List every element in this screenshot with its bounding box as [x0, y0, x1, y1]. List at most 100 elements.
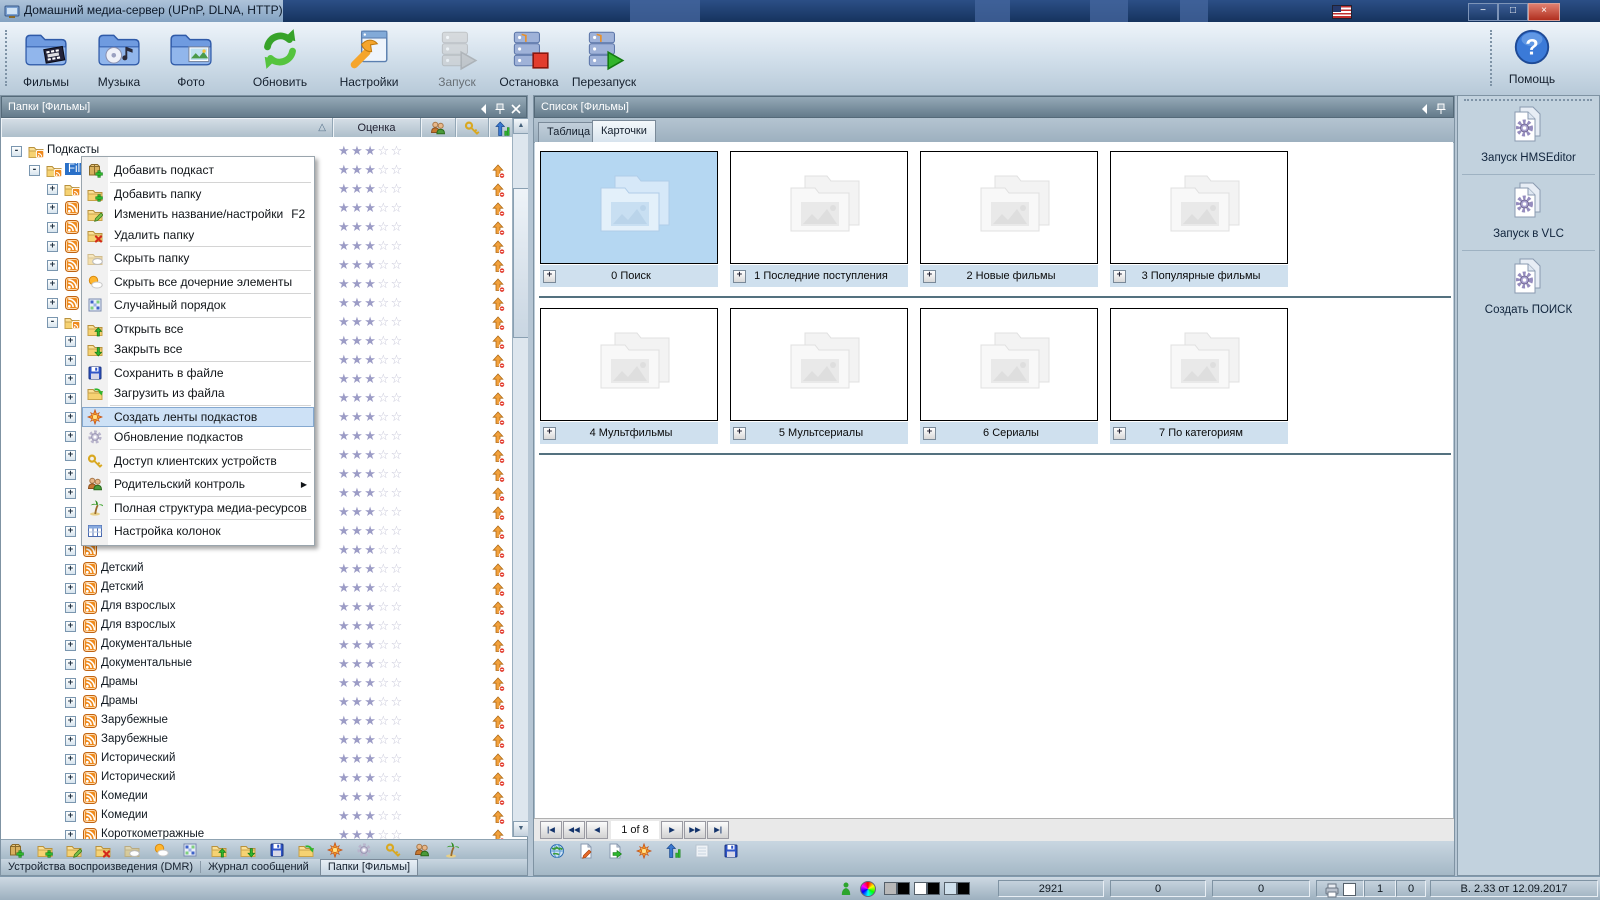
menu-item[interactable]: Обновление подкастов — [82, 427, 314, 448]
collapse-toggle[interactable]: - — [47, 317, 58, 328]
tree-item-label[interactable]: Короткометражные — [101, 828, 204, 839]
rating-stars[interactable]: ★★★☆☆ — [338, 219, 404, 235]
menu-item[interactable]: Закрыть все — [82, 339, 314, 360]
expand-toggle[interactable]: + — [65, 754, 76, 765]
card-folder[interactable]: +6 Сериалы — [920, 308, 1098, 444]
rating-stars[interactable]: ★★★☆☆ — [338, 808, 404, 824]
rating-stars[interactable]: ★★★☆☆ — [338, 428, 404, 444]
rating-stars[interactable]: ★★★☆☆ — [338, 409, 404, 425]
view-tab-2[interactable]: Карточки — [592, 120, 656, 142]
save-file-icon[interactable] — [723, 843, 739, 859]
menu-item[interactable]: Открыть все — [82, 319, 314, 340]
menu-item[interactable]: Добавить подкаст — [82, 160, 314, 181]
card-expand-button[interactable]: + — [1113, 269, 1126, 283]
expand-toggle[interactable]: + — [65, 773, 76, 784]
card-folder[interactable]: +1 Последние поступления — [730, 151, 908, 287]
rating-stars[interactable]: ★★★☆☆ — [338, 162, 404, 178]
menu-item[interactable]: Изменить название/настройки F2 — [82, 204, 314, 225]
column-access[interactable] — [456, 118, 489, 137]
rating-stars[interactable]: ★★★☆☆ — [338, 295, 404, 311]
expand-toggle[interactable]: + — [47, 279, 58, 290]
page-button-2[interactable]: ◀◀ — [563, 821, 585, 839]
card-expand-button[interactable]: + — [543, 426, 556, 440]
rating-stars[interactable]: ★★★☆☆ — [338, 181, 404, 197]
toolbar-button-restart[interactable]: Перезапуск — [568, 26, 640, 92]
tree-item-label[interactable]: Зарубежные — [101, 733, 168, 745]
expand-toggle[interactable]: + — [65, 659, 76, 670]
expand-toggle[interactable]: + — [65, 811, 76, 822]
card-expand-button[interactable]: + — [543, 269, 556, 283]
feed-star-icon[interactable] — [326, 841, 344, 859]
rating-stars[interactable]: ★★★☆☆ — [338, 675, 404, 691]
rating-stars[interactable]: ★★★☆☆ — [338, 542, 404, 558]
card-thumbnail[interactable] — [920, 151, 1098, 264]
people-icon[interactable] — [414, 842, 430, 858]
collapse-toggle[interactable]: - — [29, 165, 40, 176]
folder-hide-icon[interactable] — [124, 842, 140, 858]
view-tab-1[interactable]: Таблица — [538, 122, 600, 142]
tree-item-label[interactable]: Для взрослых — [101, 619, 175, 631]
card-expand-button[interactable]: + — [1113, 426, 1126, 440]
tree-item-label[interactable]: Драмы — [101, 695, 138, 707]
expand-toggle[interactable]: + — [65, 621, 76, 632]
gear-icon[interactable] — [356, 842, 372, 858]
rating-stars[interactable]: ★★★☆☆ — [338, 751, 404, 767]
tree-item-label[interactable]: Комедии — [101, 790, 148, 802]
column-parental[interactable] — [421, 118, 456, 137]
expand-toggle[interactable]: + — [65, 507, 76, 518]
expand-toggle[interactable]: + — [65, 488, 76, 499]
key-icon[interactable] — [385, 842, 401, 858]
card-expand-button[interactable]: + — [923, 426, 936, 440]
sort-up-icon[interactable] — [665, 843, 681, 859]
expand-toggle[interactable]: + — [65, 393, 76, 404]
menu-item[interactable]: Доступ клиентских устройств — [82, 451, 314, 472]
expand-toggle[interactable]: + — [65, 678, 76, 689]
expand-toggle[interactable]: + — [65, 431, 76, 442]
card-folder[interactable]: +7 По категориям — [1110, 308, 1288, 444]
column-order[interactable] — [489, 118, 512, 137]
sun-cloud-icon[interactable] — [153, 842, 169, 858]
globe-icon[interactable] — [549, 843, 565, 859]
card-thumbnail[interactable] — [730, 308, 908, 421]
menu-item[interactable]: Скрыть все дочерние элементы — [82, 272, 314, 293]
card-expand-button[interactable]: + — [733, 426, 746, 440]
page-edit-icon[interactable] — [578, 843, 594, 859]
card-thumbnail[interactable] — [920, 308, 1098, 421]
expand-toggle[interactable]: + — [65, 583, 76, 594]
panel-pin-button[interactable] — [1433, 101, 1447, 115]
menu-item[interactable]: Создать ленты подкастов — [82, 406, 314, 427]
rating-stars[interactable]: ★★★☆☆ — [338, 371, 404, 387]
rating-stars[interactable]: ★★★☆☆ — [338, 523, 404, 539]
expand-toggle[interactable]: + — [65, 412, 76, 423]
expand-toggle[interactable]: + — [65, 355, 76, 366]
page-button-3[interactable]: ◀ — [586, 821, 608, 839]
rating-stars[interactable]: ★★★☆☆ — [338, 257, 404, 273]
rating-stars[interactable]: ★★★☆☆ — [338, 618, 404, 634]
page-button-6[interactable]: ▶| — [707, 821, 729, 839]
tree-row[interactable]: + Драмы ★★★☆☆ — [1, 674, 512, 693]
expand-toggle[interactable]: + — [47, 241, 58, 252]
tree-row[interactable]: + Зарубежные ★★★☆☆ — [1, 712, 512, 731]
menu-item[interactable]: Полная структура медиа-ресурсов — [82, 498, 314, 519]
folder-delete-icon[interactable] — [95, 842, 111, 858]
page-button-4[interactable]: ▶ — [661, 821, 683, 839]
rating-stars[interactable]: ★★★☆☆ — [338, 732, 404, 748]
tree-item-label[interactable]: Документальные — [101, 638, 192, 650]
expand-toggle[interactable]: + — [65, 735, 76, 746]
toolbar-grip[interactable] — [5, 30, 7, 86]
expand-toggle[interactable]: + — [47, 222, 58, 233]
list-faded-icon[interactable] — [694, 843, 710, 859]
menu-item[interactable]: Родительский контроль ▶ — [82, 474, 314, 495]
scroll-down-button[interactable]: ▼ — [513, 821, 529, 837]
card-thumbnail[interactable] — [540, 308, 718, 421]
folder-load-icon[interactable] — [298, 842, 314, 858]
podcast-add-icon[interactable] — [8, 842, 24, 858]
rating-stars[interactable]: ★★★☆☆ — [338, 485, 404, 501]
card-thumbnail[interactable] — [730, 151, 908, 264]
tree-row[interactable]: + Исторический ★★★☆☆ — [1, 750, 512, 769]
toolbar-grip-right[interactable] — [1490, 30, 1492, 86]
rating-stars[interactable]: ★★★☆☆ — [338, 276, 404, 292]
rating-stars[interactable]: ★★★☆☆ — [338, 504, 404, 520]
toolbar-button-help[interactable]: ? Помощь — [1496, 26, 1568, 92]
random-grid-icon[interactable] — [182, 842, 198, 858]
